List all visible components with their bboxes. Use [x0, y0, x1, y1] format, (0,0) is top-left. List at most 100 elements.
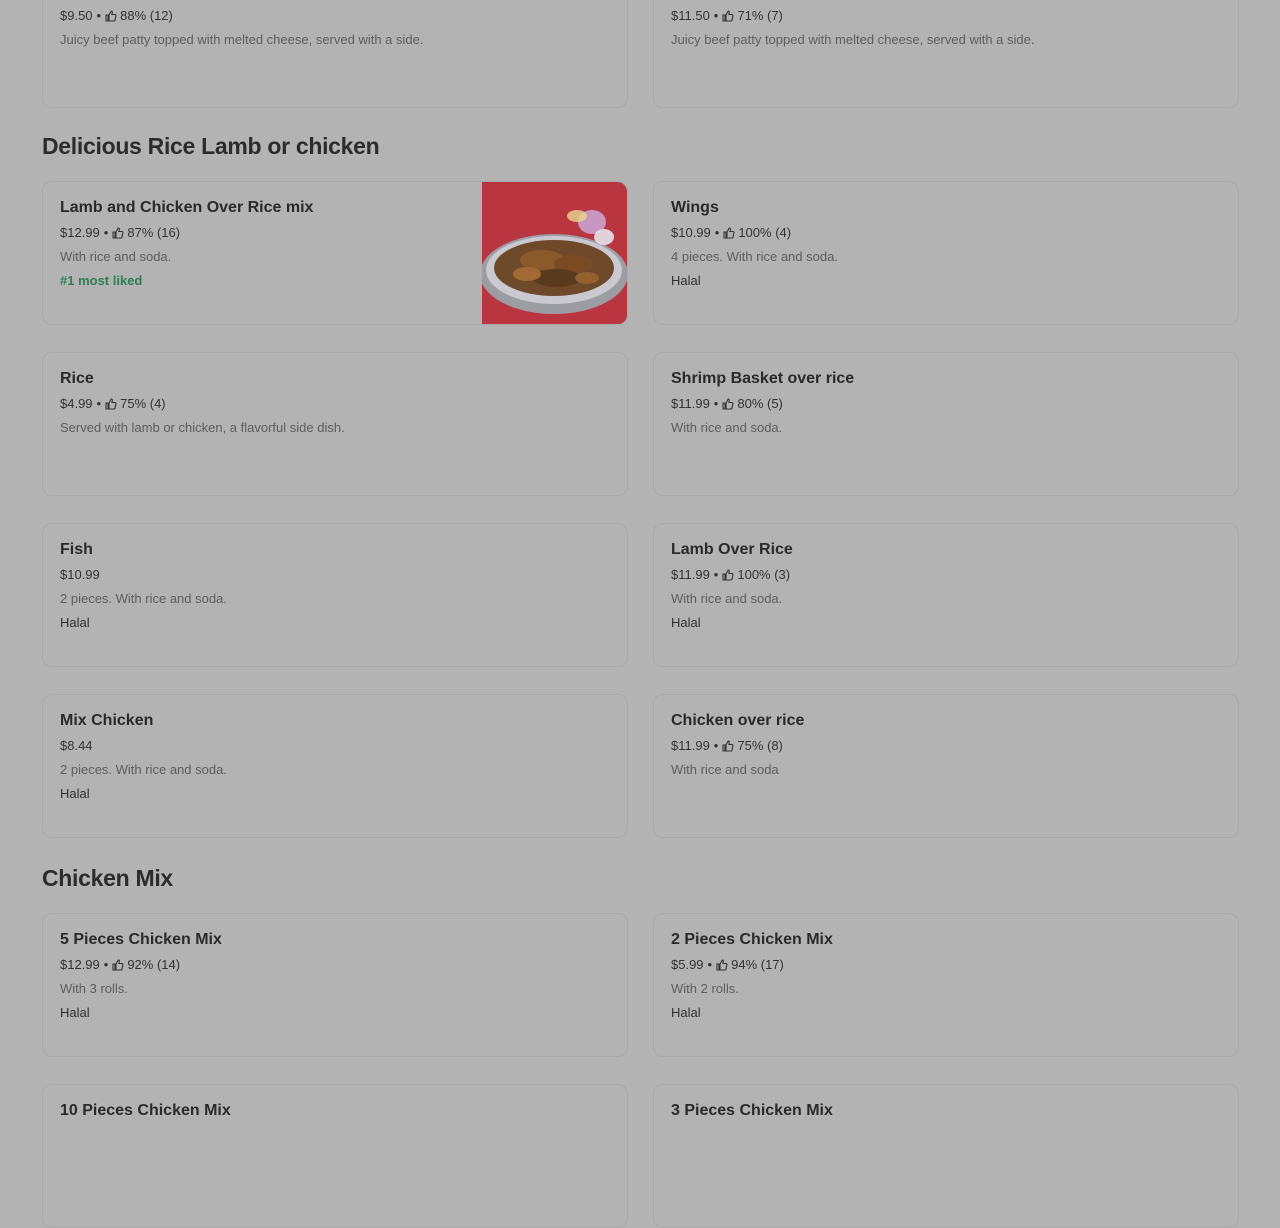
menu-item-card[interactable]: Shrimp Basket over rice $11.99 • 80% (5)… — [653, 352, 1239, 496]
menu-item-meta: $8.44 — [60, 736, 611, 755]
menu-item-price: $11.50 — [671, 8, 710, 23]
menu-item-description: With 3 rolls. — [60, 981, 128, 996]
menu-item-price: $5.99 — [671, 957, 704, 972]
menu-item-title: Fish — [60, 541, 93, 558]
halal-tag: Halal — [671, 615, 701, 630]
menu-item-body: 3 Pieces Chicken Mix — [671, 1101, 1222, 1126]
menu-item-meta: $4.99 • 75% (4) — [60, 394, 611, 413]
halal-tag: Halal — [671, 1005, 701, 1020]
menu-item-rating: 100% (4) — [738, 225, 792, 240]
menu-item-card[interactable]: Lamb Over Rice $11.99 • 100% (3) With ri… — [653, 523, 1239, 667]
menu-item-meta: $11.99 • 80% (5) — [671, 394, 1222, 413]
thumbs-up-icon — [716, 958, 728, 971]
menu-item-body: 10 Pieces Chicken Mix — [60, 1101, 611, 1126]
menu-item-price: $12.99 — [60, 957, 100, 972]
menu-item-price: $10.99 — [671, 225, 711, 240]
menu-item-price: $11.99 — [671, 396, 710, 411]
thumbs-up-icon — [112, 958, 124, 971]
menu-item-body: 2 Pieces Chicken Mix $5.99 • 94% (17) Wi… — [671, 930, 1222, 1022]
menu-item-card[interactable]: Chicken over rice $11.99 • 75% (8) With … — [653, 694, 1239, 838]
menu-item-price: $9.50 — [60, 8, 93, 23]
menu-item-rating: 100% (3) — [737, 567, 791, 582]
menu-item-description: 4 pieces. With rice and soda. — [671, 249, 838, 264]
lamb-chicken-rice-photo[interactable] — [482, 182, 627, 324]
menu-item-description: With 2 rolls. — [671, 981, 739, 996]
halal-tag: Halal — [60, 786, 90, 801]
menu-item-card[interactable]: Wings $10.99 • 100% (4) 4 pieces. With r… — [653, 181, 1239, 325]
thumbs-up-icon — [722, 397, 734, 410]
menu-item-description: Served with lamb or chicken, a flavorful… — [60, 420, 345, 435]
separator: • — [96, 396, 102, 411]
separator: • — [713, 738, 719, 753]
menu-item-title: 2 Pieces Chicken Mix — [671, 931, 833, 948]
section-title: Delicious Rice Lamb or chicken — [42, 133, 380, 159]
menu-item-card[interactable]: 3 Pieces Chicken Mix — [653, 1084, 1239, 1228]
menu-item-body: 5 Pieces Chicken Mix $12.99 • 92% (14) W… — [60, 930, 611, 1022]
menu-item-rating: 75% (8) — [737, 738, 783, 753]
menu-item-card[interactable]: Rice $4.99 • 75% (4) Served with lamb or… — [42, 352, 628, 496]
thumbs-up-icon — [722, 9, 734, 22]
menu-item-description: With rice and soda. — [671, 591, 783, 606]
menu-item-meta: $10.99 — [60, 565, 611, 584]
menu-item-title: Chicken over rice — [671, 712, 805, 729]
separator: • — [103, 957, 109, 972]
menu-item-rating: 94% (17) — [731, 957, 784, 972]
menu-item-rating: 88% (12) — [120, 8, 173, 23]
menu-item-price: $8.44 — [60, 738, 93, 753]
menu-item-price: $10.99 — [60, 567, 100, 582]
menu-item-title: Lamb Over Rice — [671, 541, 793, 558]
thumbs-up-icon — [722, 739, 734, 752]
menu-item-rating: 87% (16) — [127, 225, 181, 240]
halal-tag: Halal — [60, 1005, 90, 1020]
menu-item-rating: 71% (7) — [737, 8, 783, 23]
thumbs-up-icon — [722, 568, 734, 581]
menu-item-title: Rice — [60, 370, 94, 387]
menu-item-description: With rice and soda — [671, 762, 779, 777]
thumbs-up-icon — [112, 226, 124, 239]
menu-item-card[interactable]: Mix Chicken $8.44 2 pieces. With rice an… — [42, 694, 628, 838]
menu-item-rating: 75% (4) — [120, 396, 166, 411]
separator: • — [713, 567, 719, 582]
menu-item-description: Juicy beef patty topped with melted chee… — [671, 32, 1035, 47]
menu-item-meta: $11.99 • 100% (3) — [671, 565, 1222, 584]
menu-item-body: Wings $10.99 • 100% (4) 4 pieces. With r… — [671, 198, 1222, 290]
menu-item-rating: 92% (14) — [127, 957, 181, 972]
menu-item-body: Fish $10.99 2 pieces. With rice and soda… — [60, 540, 611, 632]
separator: • — [96, 8, 102, 23]
menu-item-card[interactable]: $9.50 • 88% (12) Juicy beef patty topped… — [42, 0, 628, 108]
thumbs-up-icon — [723, 226, 735, 239]
menu-item-meta: $9.50 • 88% (12) — [60, 6, 611, 25]
menu-page: $9.50 • 88% (12) Juicy beef patty topped… — [0, 0, 1280, 1228]
menu-item-meta: $11.99 • 75% (8) — [671, 736, 1222, 755]
menu-item-description: 2 pieces. With rice and soda. — [60, 591, 227, 606]
thumbs-up-icon — [105, 397, 117, 410]
menu-item-title: Mix Chicken — [60, 712, 154, 729]
menu-item-title: Wings — [671, 199, 719, 216]
menu-item-meta: $12.99 • 92% (14) — [60, 955, 611, 974]
menu-item-title: 5 Pieces Chicken Mix — [60, 931, 222, 948]
menu-item-body: Lamb Over Rice $11.99 • 100% (3) With ri… — [671, 540, 1222, 632]
menu-item-card[interactable]: 5 Pieces Chicken Mix $12.99 • 92% (14) W… — [42, 913, 628, 1057]
thumbs-up-icon — [105, 9, 117, 22]
menu-item-price: $11.99 — [671, 738, 710, 753]
menu-item-card[interactable]: 2 Pieces Chicken Mix $5.99 • 94% (17) Wi… — [653, 913, 1239, 1057]
dish-photo-graphic — [482, 182, 627, 324]
menu-item-card[interactable]: Lamb and Chicken Over Rice mix $12.99 • … — [42, 181, 628, 325]
menu-item-card[interactable]: $11.50 • 71% (7) Juicy beef patty topped… — [653, 0, 1239, 108]
menu-item-body: Chicken over rice $11.99 • 75% (8) With … — [671, 711, 1222, 784]
menu-item-price: $12.99 — [60, 225, 100, 240]
menu-item-body: Rice $4.99 • 75% (4) Served with lamb or… — [60, 369, 611, 442]
menu-item-meta: $11.50 • 71% (7) — [671, 6, 1222, 25]
menu-item-title: 3 Pieces Chicken Mix — [671, 1102, 833, 1119]
menu-item-card[interactable]: Fish $10.99 2 pieces. With rice and soda… — [42, 523, 628, 667]
menu-item-card[interactable]: 10 Pieces Chicken Mix — [42, 1084, 628, 1228]
menu-item-body: $9.50 • 88% (12) Juicy beef patty topped… — [60, 0, 611, 54]
menu-item-description: 2 pieces. With rice and soda. — [60, 762, 227, 777]
menu-item-meta: $5.99 • 94% (17) — [671, 955, 1222, 974]
menu-item-rating: 80% (5) — [737, 396, 783, 411]
menu-item-price: $11.99 — [671, 567, 710, 582]
separator: • — [713, 396, 719, 411]
separator: • — [707, 957, 713, 972]
separator: • — [713, 8, 719, 23]
halal-tag: Halal — [60, 615, 90, 630]
